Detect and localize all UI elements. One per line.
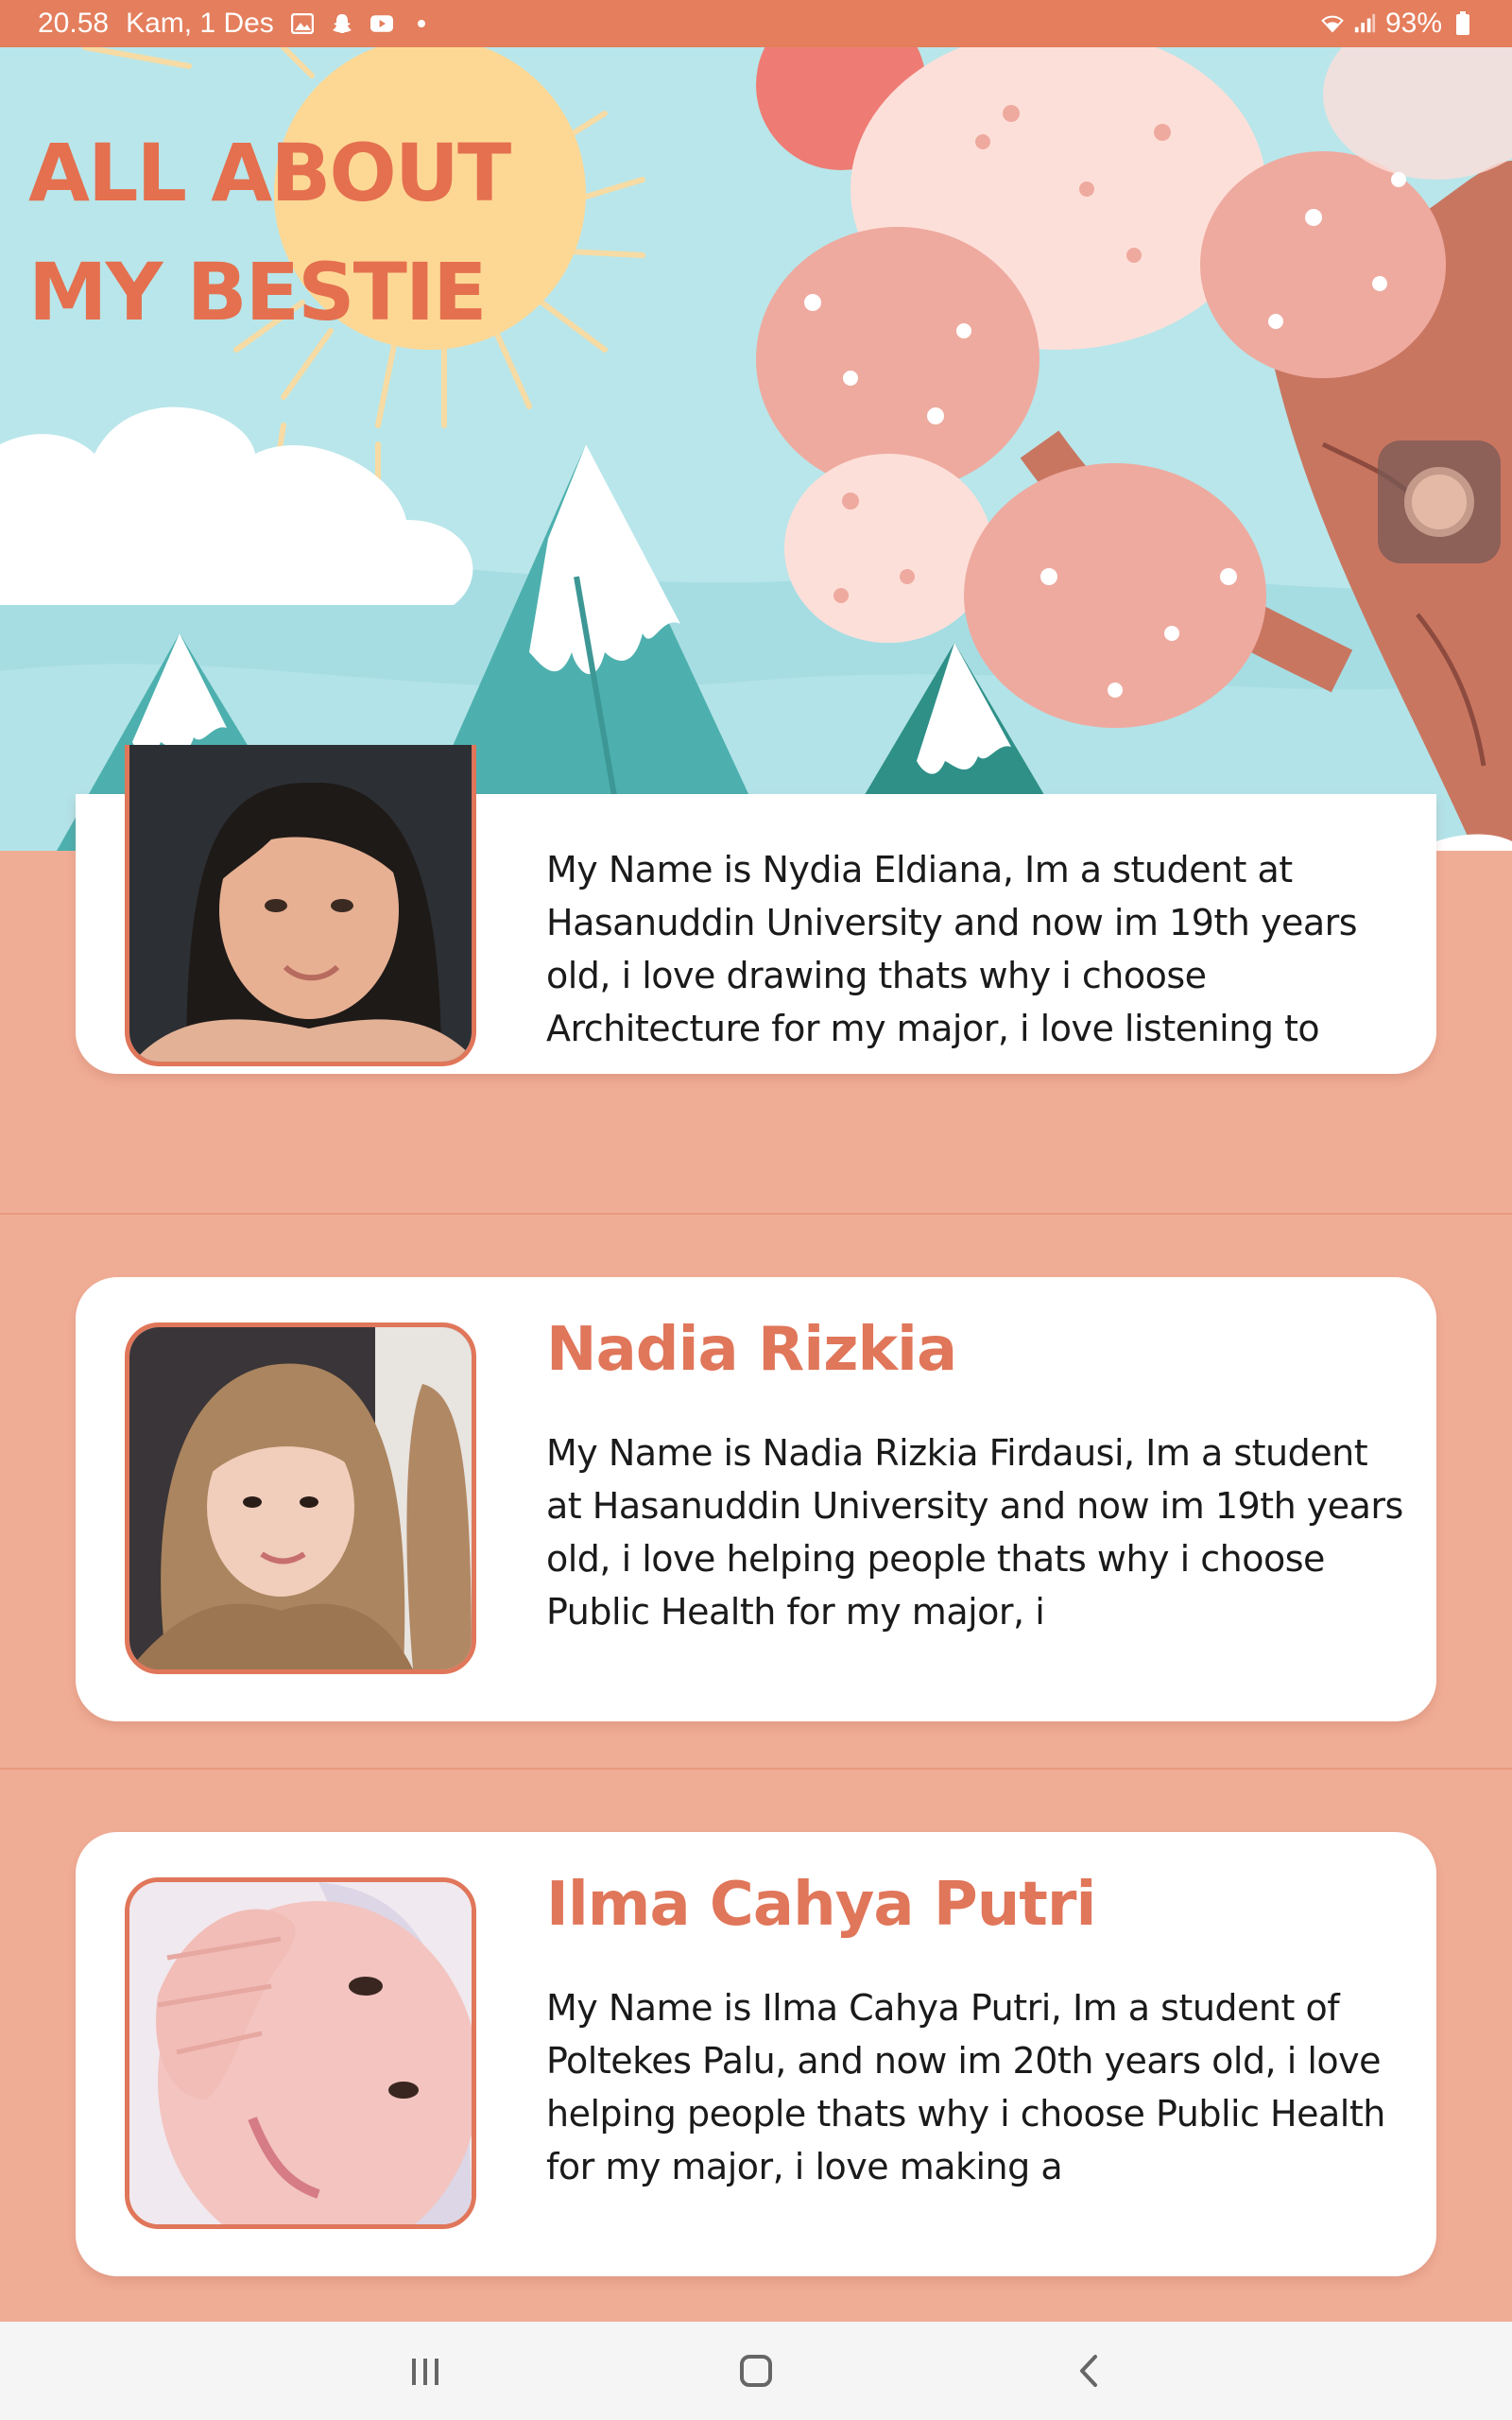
- signal-icon: [1353, 12, 1376, 35]
- dot-icon: [410, 12, 433, 35]
- title-line-1: ALL ABOUT: [28, 127, 511, 219]
- recent-apps-icon: [412, 2359, 438, 2385]
- profile-card-ilma[interactable]: Ilma Cahya Putri My Name is Ilma Cahya P…: [76, 1832, 1436, 2276]
- profile-bio-nydia: My Name is Nydia Eldiana, Im a student a…: [546, 849, 1358, 1049]
- profile-name-nadia: Nadia Rizkia: [546, 1315, 957, 1385]
- gallery-icon: [290, 12, 314, 35]
- back-icon: [1080, 2355, 1097, 2387]
- battery-icon: [1452, 11, 1474, 35]
- profile-photo-nadia: [125, 1322, 476, 1674]
- status-bar: 20.58 Kam, 1 Des 93%: [0, 0, 1512, 47]
- hero-banner: ALL ABOUT MY BESTIE: [0, 47, 1512, 851]
- title-line-2: MY BESTIE: [28, 246, 488, 338]
- page-title: ALL ABOUT MY BESTIE: [28, 113, 511, 352]
- profile-list: My Name is Nydia Eldiana, Im a student a…: [0, 745, 1512, 2322]
- floating-assistive-button[interactable]: [1378, 441, 1501, 563]
- status-date: Kam, 1 Des: [126, 8, 274, 39]
- back-button[interactable]: [1060, 2342, 1117, 2399]
- snapchat-icon: [331, 12, 353, 35]
- profile-card-nydia[interactable]: My Name is Nydia Eldiana, Im a student a…: [76, 745, 1436, 1074]
- section-divider: [0, 1768, 1512, 1770]
- profile-photo-ilma: [125, 1877, 476, 2229]
- home-icon: [740, 2355, 772, 2387]
- recent-apps-button[interactable]: [397, 2342, 454, 2399]
- youtube-icon: [369, 12, 393, 35]
- profile-name-ilma: Ilma Cahya Putri: [546, 1870, 1096, 1940]
- profile-bio-nadia: My Name is Nadia Rizkia Firdausi, Im a s…: [546, 1432, 1403, 1633]
- status-time: 20.58: [38, 8, 110, 39]
- profile-photo-nydia: [125, 745, 476, 1066]
- section-divider: [0, 1213, 1512, 1215]
- profile-card-nadia[interactable]: Nadia Rizkia My Name is Nadia Rizkia Fir…: [76, 1277, 1436, 1721]
- assistive-touch-icon: [1404, 467, 1474, 537]
- wifi-icon: [1321, 12, 1344, 35]
- battery-percent: 93%: [1384, 8, 1442, 39]
- system-navigation-bar: [0, 2322, 1512, 2420]
- profile-bio-ilma: My Name is Ilma Cahya Putri, Im a studen…: [546, 1987, 1385, 2187]
- home-button[interactable]: [728, 2342, 784, 2399]
